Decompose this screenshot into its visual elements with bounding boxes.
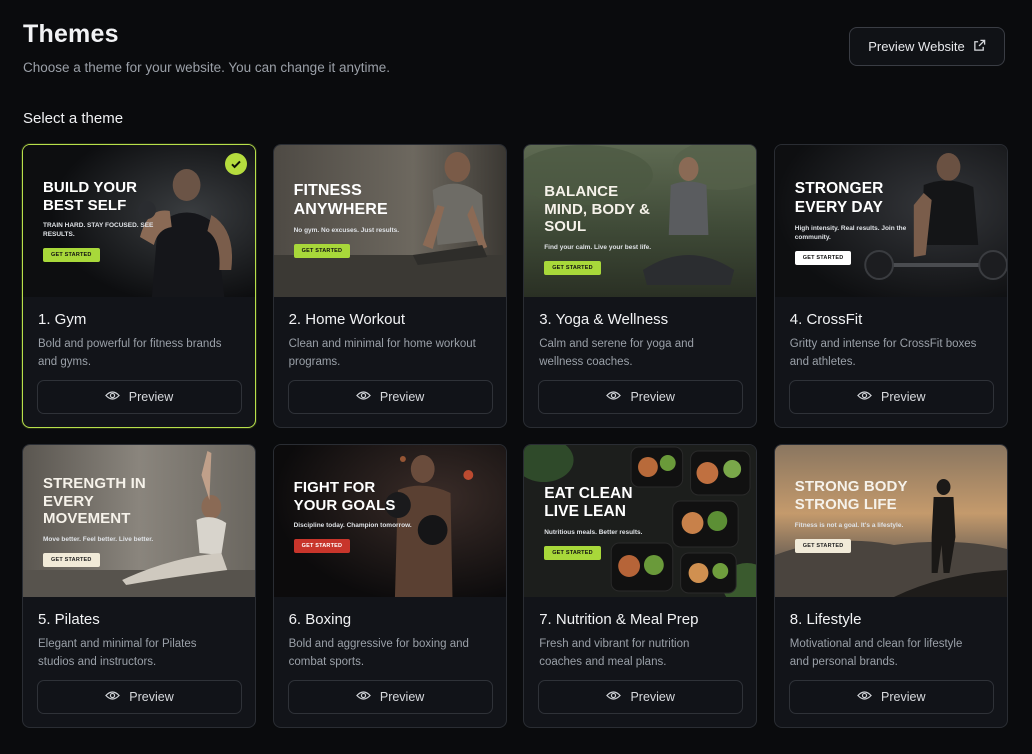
theme-thumbnail: FIGHT FOR YOUR GOALS Discipline today. C… <box>273 445 506 597</box>
theme-hero-text: FIGHT FOR YOUR GOALS Discipline today. C… <box>293 479 414 553</box>
theme-cta-badge: GET STARTED <box>794 539 852 553</box>
theme-hero-text: BALANCE MIND, BODY & SOUL Find your calm… <box>544 183 664 275</box>
theme-thumbnail: FITNESS ANYWHERE No gym. No excuses. Jus… <box>273 145 506 297</box>
theme-card-lifestyle[interactable]: STRONG BODY STRONG LIFE Fitness is not a… <box>773 444 1008 728</box>
theme-hero-heading: BALANCE MIND, BODY & SOUL <box>544 183 651 235</box>
theme-cta-badge: GET STARTED <box>43 248 100 262</box>
preview-label: Preview <box>379 690 425 704</box>
theme-description: Bold and powerful for fitness brands and… <box>38 338 222 368</box>
theme-card-boxing[interactable]: FIGHT FOR YOUR GOALS Discipline today. C… <box>272 444 507 728</box>
page-title: Themes <box>23 20 119 48</box>
page-header: Themes Choose a theme for your website. … <box>22 0 1010 96</box>
theme-hero-tagline: Fitness is not a goal. It's a lifestyle. <box>794 522 904 529</box>
theme-title: 1. Gym <box>38 311 87 328</box>
theme-card-nutrition-meal-prep[interactable]: EAT CLEAN LIVE LEAN Nutritious meals. Be… <box>523 444 758 728</box>
preview-label: Preview <box>881 690 926 704</box>
preview-label: Preview <box>630 390 675 404</box>
theme-hero-heading: STRENGTH IN EVERY MOVEMENT <box>43 475 146 527</box>
theme-card-pilates[interactable]: STRENGTH IN EVERY MOVEMENT Move better. … <box>22 444 256 728</box>
theme-hero-heading: STRONGER EVERY DAY <box>794 180 884 216</box>
theme-grid: BUILD YOUR BEST SELF TRAIN HARD. STAY FO… <box>22 144 1008 728</box>
eye-icon <box>104 390 120 404</box>
theme-hero-tagline: Find your calm. Live your best life. <box>544 243 652 251</box>
preview-label: Preview <box>379 390 425 404</box>
external-link-icon <box>973 39 986 55</box>
theme-hero-text: STRONG BODY STRONG LIFE Fitness is not a… <box>794 478 935 553</box>
theme-hero-heading: FITNESS ANYWHERE <box>293 182 388 218</box>
theme-card-gym[interactable]: BUILD YOUR BEST SELF TRAIN HARD. STAY FO… <box>22 144 256 428</box>
theme-hero-tagline: High intensity. Real results. Join the c… <box>794 225 907 241</box>
eye-icon <box>606 390 622 404</box>
theme-title: 3. Yoga & Wellness <box>539 311 669 328</box>
eye-icon <box>606 690 622 704</box>
theme-hero-tagline: Nutritious meals. Better results. <box>544 529 643 536</box>
theme-title: 8. Lifestyle <box>789 611 862 628</box>
eye-icon <box>355 390 371 404</box>
eye-icon <box>105 690 121 704</box>
preview-website-label: Preview Website <box>868 39 965 54</box>
theme-cta-badge: GET STARTED <box>544 546 601 560</box>
preview-label: Preview <box>128 390 174 404</box>
theme-description: Gritty and intense for CrossFit boxes an… <box>789 338 977 368</box>
theme-title: 5. Pilates <box>38 611 100 628</box>
themes-page: Themes Choose a theme for your website. … <box>0 0 1032 754</box>
theme-description: Fresh and vibrant for nutrition coaches … <box>539 638 690 668</box>
theme-hero-tagline: Move better. Feel better. Live better. <box>43 535 154 543</box>
preview-label: Preview <box>881 390 926 404</box>
theme-cta-badge: GET STARTED <box>794 251 852 265</box>
section-label: Select a theme <box>23 110 124 127</box>
preview-button[interactable]: Preview <box>788 680 994 714</box>
preview-button[interactable]: Preview <box>36 380 242 414</box>
theme-card-home-workout[interactable]: FITNESS ANYWHERE No gym. No excuses. Jus… <box>272 144 507 428</box>
preview-button[interactable]: Preview <box>287 680 493 714</box>
preview-button[interactable]: Preview <box>788 380 994 414</box>
theme-description: Calm and serene for yoga and wellness co… <box>539 338 694 368</box>
theme-cta-badge: GET STARTED <box>544 260 601 275</box>
eye-icon <box>857 390 872 404</box>
theme-thumbnail: BUILD YOUR BEST SELF TRAIN HARD. STAY FO… <box>23 145 255 297</box>
theme-hero-tagline: Discipline today. Champion tomorrow. <box>293 522 412 529</box>
theme-hero-text: STRONGER EVERY DAY High intensity. Real … <box>794 179 915 265</box>
theme-hero-text: FITNESS ANYWHERE No gym. No excuses. Jus… <box>293 181 414 258</box>
theme-hero-text: EAT CLEAN LIVE LEAN Nutritious meals. Be… <box>544 485 664 560</box>
eye-icon <box>857 690 872 704</box>
preview-button[interactable]: Preview <box>538 380 744 414</box>
theme-cta-badge: GET STARTED <box>293 244 351 258</box>
theme-hero-heading: BUILD YOUR BEST SELF <box>43 179 138 214</box>
selected-check-icon <box>225 153 247 175</box>
theme-description: Bold and aggressive for boxing and comba… <box>288 638 469 668</box>
preview-button[interactable]: Preview <box>538 680 744 714</box>
eye-icon <box>355 690 371 704</box>
theme-cta-badge: GET STARTED <box>43 552 100 567</box>
theme-hero-heading: EAT CLEAN LIVE LEAN <box>544 485 633 520</box>
theme-hero-text: STRENGTH IN EVERY MOVEMENT Move better. … <box>43 475 163 567</box>
theme-card-yoga-wellness[interactable]: BALANCE MIND, BODY & SOUL Find your calm… <box>523 144 758 428</box>
theme-title: 4. CrossFit <box>789 311 863 328</box>
theme-hero-heading: STRONG BODY STRONG LIFE <box>794 478 908 513</box>
preview-label: Preview <box>129 690 174 704</box>
theme-thumbnail: BALANCE MIND, BODY & SOUL Find your calm… <box>524 145 757 297</box>
preview-label: Preview <box>630 690 675 704</box>
preview-button[interactable]: Preview <box>287 380 493 414</box>
theme-title: 2. Home Workout <box>288 311 406 328</box>
theme-hero-heading: FIGHT FOR YOUR GOALS <box>293 479 396 514</box>
theme-title: 6. Boxing <box>288 611 352 628</box>
theme-hero-tagline: No gym. No excuses. Just results. <box>293 227 400 234</box>
theme-hero-tagline: TRAIN HARD. STAY FOCUSED. SEE RESULTS. <box>43 222 154 238</box>
theme-description: Clean and minimal for home workout progr… <box>288 338 476 368</box>
theme-hero-text: BUILD YOUR BEST SELF TRAIN HARD. STAY FO… <box>43 179 163 262</box>
theme-thumbnail: STRONG BODY STRONG LIFE Fitness is not a… <box>774 445 1007 597</box>
preview-button[interactable]: Preview <box>37 680 242 714</box>
theme-description: Elegant and minimal for Pilates studios … <box>38 638 197 668</box>
theme-thumbnail: STRONGER EVERY DAY High intensity. Real … <box>774 145 1007 297</box>
theme-title: 7. Nutrition & Meal Prep <box>539 611 699 628</box>
theme-cta-badge: GET STARTED <box>293 539 351 553</box>
theme-description: Motivational and clean for lifestyle and… <box>789 638 963 668</box>
preview-website-button[interactable]: Preview Website <box>849 27 1005 66</box>
theme-thumbnail: EAT CLEAN LIVE LEAN Nutritious meals. Be… <box>524 445 757 597</box>
page-subtitle: Choose a theme for your website. You can… <box>23 60 390 75</box>
theme-card-crossfit[interactable]: STRONGER EVERY DAY High intensity. Real … <box>773 144 1008 428</box>
theme-thumbnail: STRENGTH IN EVERY MOVEMENT Move better. … <box>23 445 255 597</box>
